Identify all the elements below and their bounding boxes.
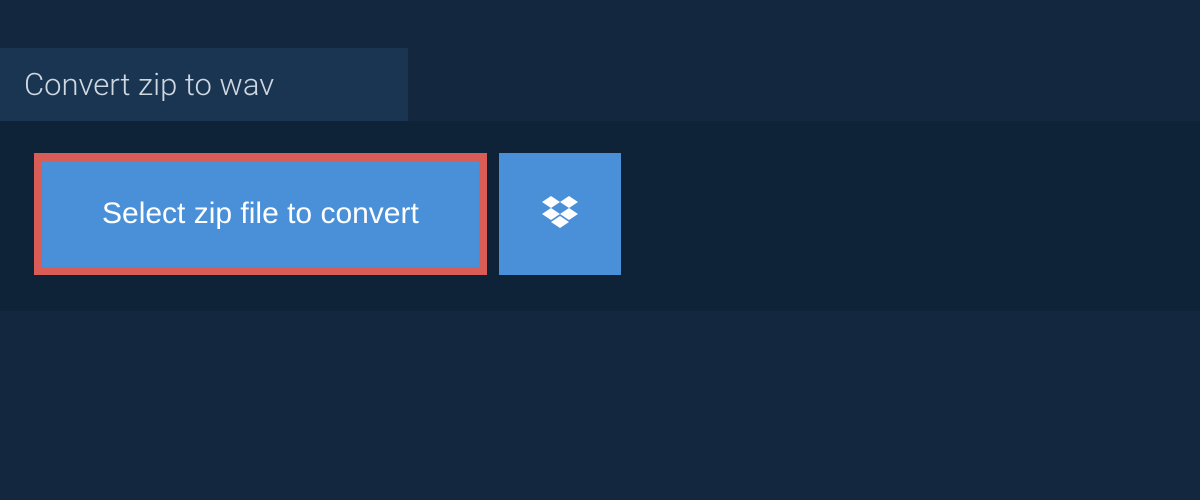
select-file-label: Select zip file to convert [102, 197, 419, 231]
page-header: Convert zip to wav [0, 48, 408, 121]
button-group: Select zip file to convert [34, 153, 1166, 275]
dropbox-button[interactable] [499, 153, 621, 275]
upload-area: Select zip file to convert [0, 121, 1200, 311]
select-file-button[interactable]: Select zip file to convert [34, 153, 487, 275]
page-title: Convert zip to wav [24, 66, 384, 103]
dropbox-icon [542, 196, 578, 233]
